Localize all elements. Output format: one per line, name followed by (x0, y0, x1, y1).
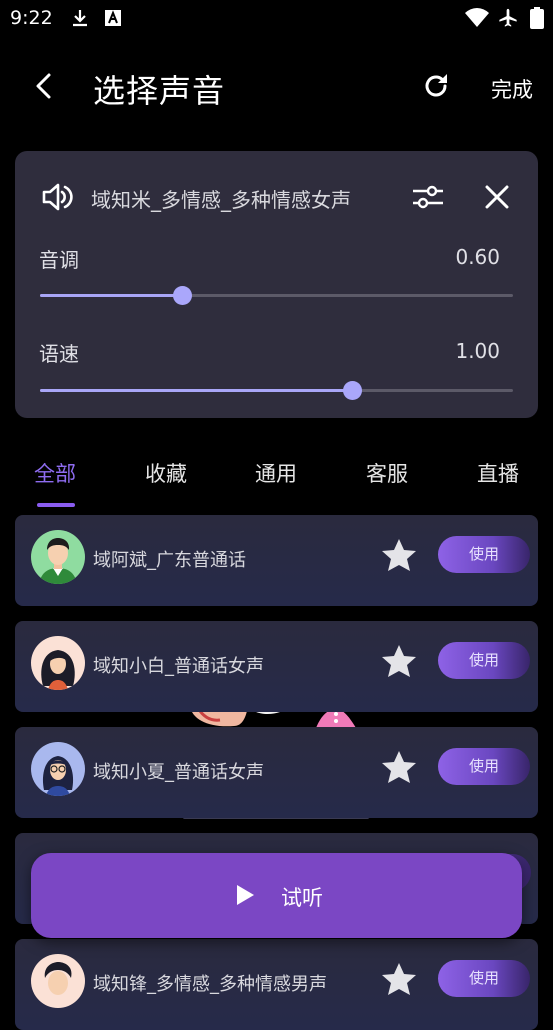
voice-card[interactable]: 域知锋_多情感_多种情感男声 使用 (15, 939, 538, 1030)
favorite-star-icon[interactable] (379, 960, 419, 1000)
tab-general[interactable]: 通用 (255, 458, 297, 488)
male-avatar-icon (31, 954, 85, 1008)
speed-slider-fill (40, 389, 353, 392)
voice-card[interactable]: 域知小夏_普通话女声 使用 (15, 727, 538, 818)
use-voice-button[interactable]: 使用 (438, 748, 530, 785)
tab-all[interactable]: 全部 (34, 458, 76, 488)
close-icon[interactable] (484, 184, 510, 210)
category-tabs: 全部 收藏 通用 客服 直播 (0, 448, 553, 512)
text-notification-icon (105, 10, 121, 26)
wifi-icon (465, 8, 489, 27)
speed-value: 1.00 (455, 339, 500, 363)
active-tab-indicator (37, 503, 75, 507)
pitch-value: 0.60 (455, 245, 500, 269)
page-title: 选择声音 (93, 72, 226, 110)
status-time: 9:22 (10, 7, 53, 29)
speed-label: 语速 (39, 342, 79, 366)
tab-favorites[interactable]: 收藏 (145, 458, 187, 488)
airplane-mode-icon (499, 8, 517, 27)
pitch-slider-fill (40, 294, 182, 297)
status-bar: 9:22 (0, 0, 553, 38)
refresh-icon[interactable] (420, 70, 452, 102)
favorite-star-icon[interactable] (379, 748, 419, 788)
voice-card[interactable]: 域知小白_普通话女声 使用 (15, 621, 538, 712)
tune-settings-icon[interactable] (412, 184, 444, 210)
favorite-star-icon[interactable] (379, 536, 419, 576)
pitch-slider-thumb[interactable] (172, 286, 192, 305)
tab-customer-service[interactable]: 客服 (366, 458, 408, 488)
speaker-icon (42, 183, 73, 211)
voice-settings-panel: 域知米_多情感_多种情感女声 音调 0.60 语速 1.00 (15, 151, 538, 418)
voice-name: 域阿斌_广东普通话 (93, 550, 246, 571)
preview-listen-label: 试听 (281, 886, 323, 910)
preview-listen-button[interactable]: 试听 (31, 853, 522, 938)
voice-name: 域知小夏_普通话女声 (93, 762, 264, 783)
back-arrow-icon[interactable] (28, 70, 60, 102)
pitch-slider[interactable] (40, 286, 513, 305)
header: 选择声音 完成 (0, 48, 553, 124)
voice-card[interactable]: 域阿斌_广东普通话 使用 (15, 515, 538, 606)
speed-slider[interactable] (40, 381, 513, 400)
female-avatar-icon (31, 636, 85, 690)
play-icon (237, 885, 254, 905)
done-button[interactable]: 完成 (491, 74, 533, 104)
battery-icon (530, 7, 544, 29)
download-icon (73, 10, 87, 27)
female-glasses-avatar-icon (31, 742, 85, 796)
pitch-label: 音调 (39, 248, 79, 272)
male-avatar-icon (31, 530, 85, 584)
speed-slider-thumb[interactable] (343, 381, 363, 400)
current-voice-name: 域知米_多情感_多种情感女声 (91, 188, 351, 212)
use-voice-button[interactable]: 使用 (438, 536, 530, 573)
voice-name: 域知锋_多情感_多种情感男声 (93, 974, 327, 995)
tab-live-stream[interactable]: 直播 (477, 458, 519, 488)
favorite-star-icon[interactable] (379, 642, 419, 682)
voice-name: 域知小白_普通话女声 (93, 656, 264, 677)
use-voice-button[interactable]: 使用 (438, 642, 530, 679)
use-voice-button[interactable]: 使用 (438, 960, 530, 997)
